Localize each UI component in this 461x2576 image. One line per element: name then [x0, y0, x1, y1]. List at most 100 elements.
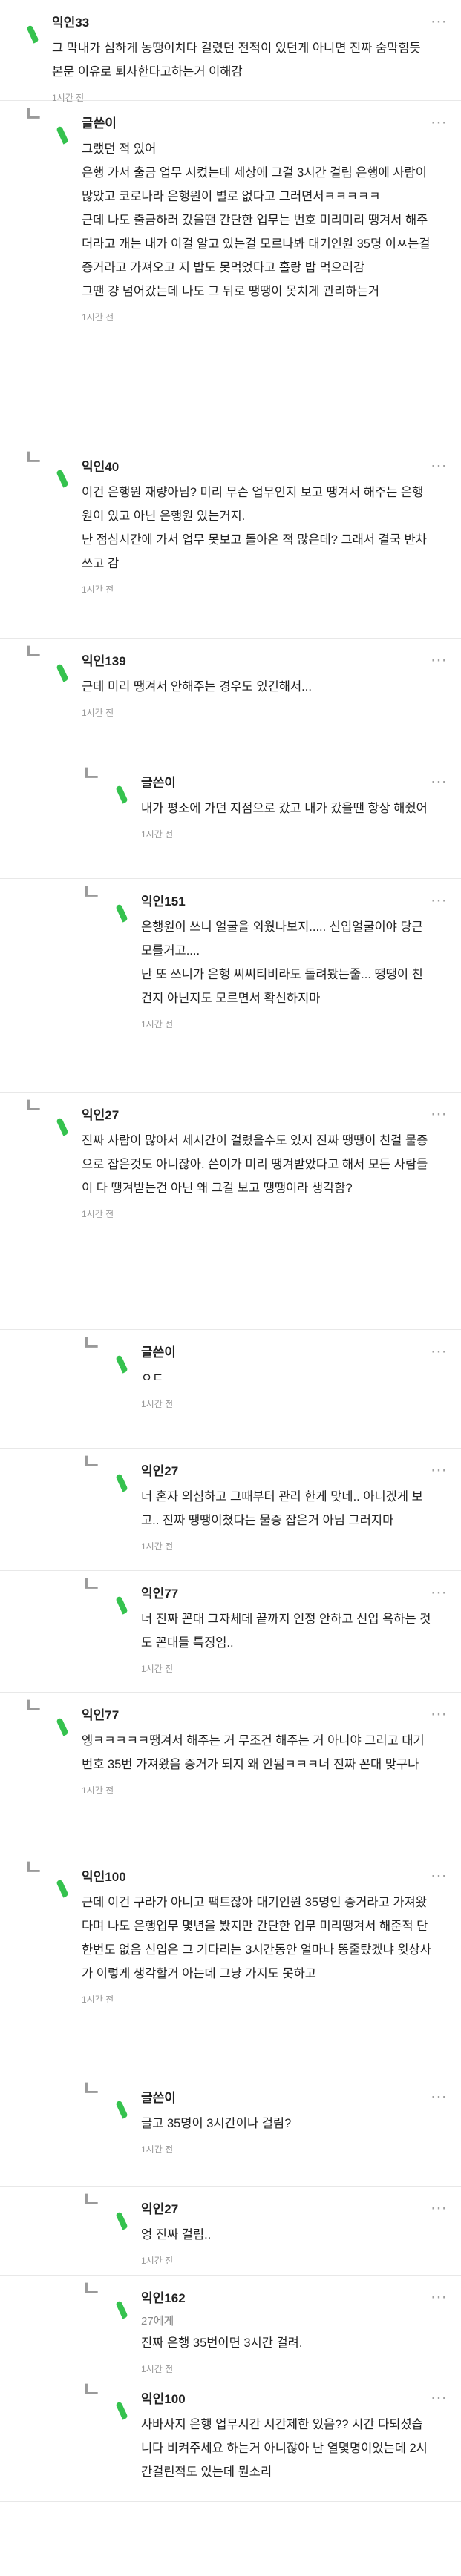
- comment-timestamp: 1시간 전: [141, 2364, 174, 2374]
- comment-author[interactable]: 글쓴이: [141, 772, 431, 791]
- profile-leaf-icon: [56, 125, 69, 145]
- reply-indicator-icon: ㄴ: [24, 102, 43, 125]
- comment-author[interactable]: 익인100: [141, 2388, 431, 2407]
- more-options-icon[interactable]: ⋯: [431, 1704, 448, 1724]
- comment-item: ⋯ 익인33 그 막내가 심하게 농땡이치다 걸렸던 전적이 있던게 아니면 진짜 …: [0, 0, 461, 103]
- profile-leaf-icon: [115, 2100, 128, 2119]
- profile-leaf-icon: [115, 1595, 128, 1615]
- comment-author[interactable]: 익인77: [82, 1704, 431, 1723]
- reply-indicator-icon: ㄴ: [82, 1331, 101, 1354]
- comment-body: 내가 평소에 가던 지점으로 갔고 내가 갔을땐 항상 해줬어: [141, 797, 431, 820]
- comment-line: 너 혼자 의심하고 그때부터 관리 한게 맞네.. 아니겠게 보고.. 진짜 땡…: [141, 1490, 423, 1527]
- more-options-icon[interactable]: ⋯: [431, 1342, 448, 1361]
- more-options-icon[interactable]: ⋯: [431, 456, 448, 475]
- more-options-icon[interactable]: ⋯: [431, 650, 448, 670]
- reply-indicator-icon: ㄴ: [82, 2077, 101, 2100]
- comment-timestamp: 1시간 전: [82, 708, 114, 718]
- comment-body: 근데 미리 땡겨서 안해주는 경우도 있긴해서...: [82, 675, 431, 699]
- comment-body: 이건 은행원 재량아님? 미리 무슨 업무인지 보고 땡겨서 해주는 은행원이 …: [82, 481, 431, 576]
- comment-timestamp: 1시간 전: [141, 1541, 174, 1552]
- comment-item: ㄴ ⋯ 익인27 너 혼자 의심하고 그때부터 관리 한게 맞네.. 아니겠게 보고.…: [0, 1449, 461, 1571]
- comment-author[interactable]: 익인151: [141, 891, 431, 909]
- comment-timestamp: 1시간 전: [141, 1664, 174, 1674]
- reply-indicator-icon: ㄴ: [24, 1856, 43, 1879]
- comment-body: 진짜 사람이 많아서 세시간이 걸렸을수도 있지 진짜 땡땡이 친걸 물증으로 …: [82, 1129, 431, 1200]
- profile-leaf-icon: [56, 663, 69, 682]
- comment-line: 그랬던 적 있어: [82, 142, 157, 156]
- reply-indicator-icon: ㄴ: [82, 762, 101, 785]
- comment-line: ㅇㄷ: [141, 1371, 164, 1385]
- comment-line: 근데 이건 구라가 아니고 팩트잖아 대기인원 35명인 증거라고 가져왔다며 …: [82, 1896, 431, 1980]
- profile-leaf-icon: [115, 2401, 128, 2420]
- comment-author[interactable]: 익인162: [141, 2287, 431, 2306]
- comment-author[interactable]: 익인40: [82, 456, 431, 475]
- comment-item: ㄴ ⋯ 익인27 진짜 사람이 많아서 세시간이 걸렸을수도 있지 진짜 땡땡이 친걸…: [0, 1093, 461, 1330]
- comment-item: ㄴ ⋯ 익인100 사바사지 은행 업무시간 시간제한 있음?? 시간 다되셨습니다 …: [0, 2376, 461, 2502]
- more-options-icon[interactable]: ⋯: [431, 1866, 448, 1885]
- profile-leaf-icon: [26, 24, 39, 44]
- profile-leaf-icon: [56, 1117, 69, 1136]
- comment-author[interactable]: 익인139: [82, 650, 431, 669]
- comment-author[interactable]: 익인27: [141, 1460, 431, 1479]
- reply-indicator-icon: ㄴ: [82, 880, 101, 903]
- comment-line: 진짜 은행 35번이면 3시간 걸려.: [141, 2336, 303, 2350]
- profile-leaf-icon: [115, 2300, 128, 2319]
- comment-author[interactable]: 글쓴이: [141, 1342, 431, 1360]
- comment-item: ㄴ ⋯ 익인151 은행원이 쓰니 얼굴을 외웠나보지..... 신입얼굴이야 당근 …: [0, 879, 461, 1093]
- more-options-icon[interactable]: ⋯: [431, 1460, 448, 1480]
- reply-indicator-icon: ㄴ: [24, 446, 43, 469]
- reply-indicator-icon: ㄴ: [82, 2378, 101, 2401]
- profile-leaf-icon: [115, 1473, 128, 1492]
- comment-body: 엥ㅋㅋㅋㅋㅋ땡겨서 해주는 거 무조건 해주는 거 아니야 그리고 대기 번호 …: [82, 1729, 431, 1776]
- comment-author[interactable]: 익인33: [52, 12, 431, 30]
- comment-body: 사바사지 은행 업무시간 시간제한 있음?? 시간 다되셨습니다 비켜주세요 하…: [141, 2413, 431, 2484]
- comment-item: ㄴ ⋯ 익인40 이건 은행원 재량아님? 미리 무슨 업무인지 보고 땡겨서 해주는…: [0, 444, 461, 639]
- comment-item: ㄴ ⋯ 익인77 너 진짜 꼰대 그자체데 끝까지 인정 안하고 신입 욕하는 것도 …: [0, 1571, 461, 1693]
- more-options-icon[interactable]: ⋯: [431, 113, 448, 132]
- comment-thread: ⋯ 익인33 그 막내가 심하게 농땡이치다 걸렸던 전적이 있던게 아니면 진짜 …: [0, 0, 461, 2502]
- comment-timestamp: 1시간 전: [141, 2144, 174, 2155]
- comment-body: 근데 이건 구라가 아니고 팩트잖아 대기인원 35명인 증거라고 가져왔다며 …: [82, 1891, 431, 1986]
- comment-author[interactable]: 익인27: [82, 1104, 431, 1123]
- comment-author[interactable]: 익인77: [141, 1583, 431, 1601]
- comment-author[interactable]: 글쓴이: [141, 2087, 431, 2106]
- comment-line: 내가 평소에 가던 지점으로 갔고 내가 갔을땐 항상 해줬어: [141, 802, 428, 815]
- comment-timestamp: 1시간 전: [141, 829, 174, 840]
- more-options-icon[interactable]: ⋯: [431, 12, 448, 31]
- more-options-icon[interactable]: ⋯: [431, 2287, 448, 2307]
- comment-item: ㄴ ⋯ 익인27 엉 진짜 걸림.. 1시간 전: [0, 2187, 461, 2276]
- comment-author[interactable]: 글쓴이: [82, 113, 431, 131]
- more-options-icon[interactable]: ⋯: [431, 1583, 448, 1602]
- comment-body: 글고 35명이 3시간이나 걸림?: [141, 2112, 431, 2135]
- reply-indicator-icon: ㄴ: [82, 1572, 101, 1595]
- more-options-icon[interactable]: ⋯: [431, 891, 448, 910]
- comment-body: ㅇㄷ: [141, 1366, 431, 1390]
- comment-line: 은행 가서 출금 업무 시켰는데 세상에 그걸 3시간 걸림 은행에 사람이 많…: [82, 166, 427, 203]
- more-options-icon[interactable]: ⋯: [431, 2388, 448, 2408]
- comment-body: 진짜 은행 35번이면 3시간 걸려.: [141, 2331, 431, 2355]
- comment-line: 엥ㅋㅋㅋㅋㅋ땡겨서 해주는 거 무조건 해주는 거 아니야 그리고 대기 번호 …: [82, 1734, 425, 1771]
- comment-author[interactable]: 익인27: [141, 2198, 431, 2217]
- reply-indicator-icon: ㄴ: [82, 2188, 101, 2211]
- comment-body: 은행원이 쓰니 얼굴을 외웠나보지..... 신입얼굴이야 당근 모를거고...…: [141, 915, 431, 1010]
- more-options-icon[interactable]: ⋯: [431, 1104, 448, 1124]
- comment-timestamp: 1시간 전: [141, 1399, 174, 1409]
- comment-line: 근데 나도 출금하러 갔을땐 간단한 업무는 번호 미리미리 땡겨서 해주더라고…: [82, 214, 431, 274]
- more-options-icon[interactable]: ⋯: [431, 2087, 448, 2106]
- more-options-icon[interactable]: ⋯: [431, 772, 448, 791]
- comment-body: 그랬던 적 있어은행 가서 출금 업무 시켰는데 세상에 그걸 3시간 걸림 은…: [82, 137, 431, 303]
- comment-author[interactable]: 익인100: [82, 1866, 431, 1885]
- profile-leaf-icon: [56, 1879, 69, 1898]
- comment-line: 근데 미리 땡겨서 안해주는 경우도 있긴해서...: [82, 680, 312, 694]
- comment-item: ㄴ ⋯ 익인77 엥ㅋㅋㅋㅋㅋ땡겨서 해주는 거 무조건 해주는 거 아니야 그리고 …: [0, 1693, 461, 1854]
- comment-timestamp: 1시간 전: [82, 584, 114, 595]
- comment-body: 너 혼자 의심하고 그때부터 관리 한게 맞네.. 아니겠게 보고.. 진짜 땡…: [141, 1485, 431, 1532]
- profile-leaf-icon: [115, 2211, 128, 2230]
- more-options-icon[interactable]: ⋯: [431, 2198, 448, 2218]
- comment-line: 진짜 사람이 많아서 세시간이 걸렸을수도 있지 진짜 땡땡이 친걸 물증으로 …: [82, 1134, 428, 1195]
- comment-timestamp: 1시간 전: [141, 2256, 174, 2266]
- comment-line: 은행원이 쓰니 얼굴을 외웠나보지..... 신입얼굴이야 당근 모를거고...…: [141, 920, 423, 958]
- reply-mention: 27에게: [141, 2315, 174, 2328]
- profile-leaf-icon: [115, 903, 128, 923]
- reply-indicator-icon: ㄴ: [82, 1450, 101, 1473]
